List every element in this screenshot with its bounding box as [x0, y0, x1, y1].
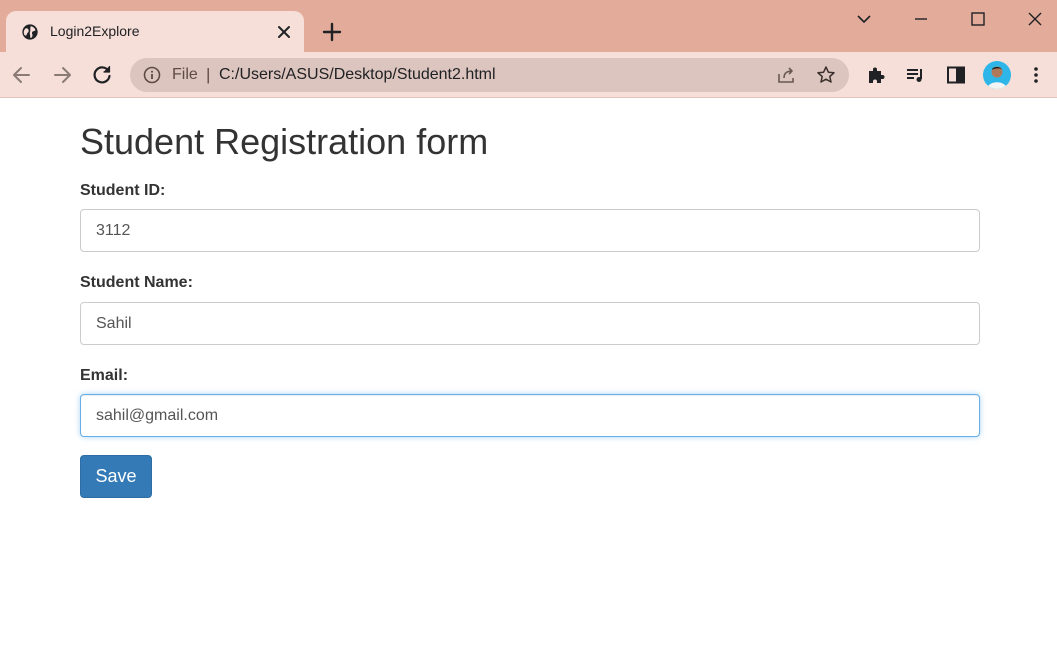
title-bar: Login2Explore: [0, 0, 1057, 52]
reload-icon[interactable]: [89, 62, 115, 88]
minimize-icon[interactable]: [906, 4, 936, 34]
browser-toolbar: File | C:/Users/ASUS/Desktop/Student2.ht…: [0, 52, 1057, 98]
close-tab-icon[interactable]: [274, 22, 294, 42]
person-avatar-icon: [987, 66, 1007, 89]
maximize-icon[interactable]: [963, 4, 993, 34]
forward-arrow-icon[interactable]: [49, 62, 75, 88]
share-icon[interactable]: [776, 65, 796, 85]
close-window-icon[interactable]: [1020, 4, 1050, 34]
student-id-input[interactable]: [80, 209, 980, 252]
url-text[interactable]: C:/Users/ASUS/Desktop/Student2.html: [219, 66, 496, 84]
address-bar[interactable]: File | C:/Users/ASUS/Desktop/Student2.ht…: [130, 58, 849, 92]
tab-search-chevron-down-icon[interactable]: [849, 4, 879, 34]
extensions-puzzle-icon[interactable]: [865, 64, 887, 86]
bookmark-star-icon[interactable]: [816, 65, 836, 85]
more-menu-icon[interactable]: [1025, 64, 1047, 86]
file-scheme-label: File: [172, 66, 198, 83]
tab-title: Login2Explore: [50, 23, 140, 39]
save-button[interactable]: Save: [80, 455, 152, 498]
student-name-input[interactable]: [80, 302, 980, 345]
profile-avatar[interactable]: [983, 61, 1011, 89]
globe-icon: [22, 24, 38, 40]
url-separator: |: [206, 65, 211, 84]
student-id-label: Student ID:: [80, 182, 166, 199]
page-title: Student Registration form: [80, 121, 489, 162]
media-queue-icon[interactable]: [904, 64, 926, 86]
email-label: Email:: [80, 367, 129, 384]
side-panel-icon[interactable]: [945, 64, 967, 86]
page-content: Student Registration form Student ID: St…: [0, 99, 1057, 652]
student-name-label: Student Name:: [80, 274, 193, 291]
browser-tab[interactable]: Login2Explore: [6, 11, 304, 52]
back-arrow-icon[interactable]: [9, 62, 35, 88]
info-icon[interactable]: [143, 66, 161, 84]
email-input[interactable]: [80, 394, 980, 437]
new-tab-plus-icon[interactable]: [320, 20, 344, 44]
